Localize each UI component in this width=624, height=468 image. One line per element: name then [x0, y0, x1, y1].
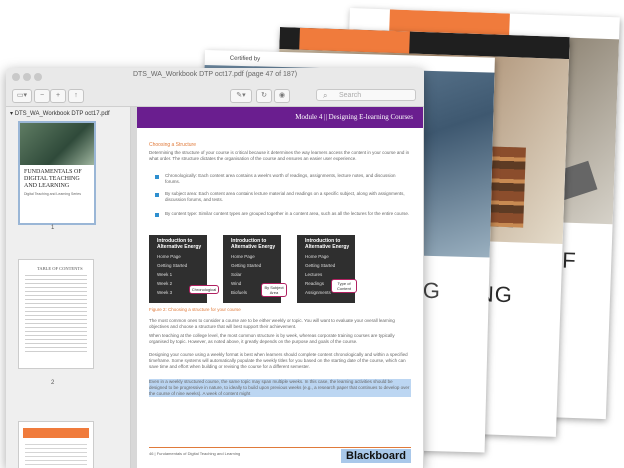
rotate-icon[interactable]: ↻	[256, 89, 272, 103]
card-item: Getting Started	[231, 263, 262, 268]
document-area[interactable]: Module 4 || Designing E-learning Courses…	[131, 107, 424, 468]
thumbnail-page-3[interactable]	[18, 421, 94, 468]
zoom-in-icon[interactable]: +	[50, 89, 66, 103]
thumbnail-page-number: 2	[51, 380, 55, 386]
bullet-marker	[155, 175, 159, 179]
markup-icon[interactable]: ✎▾	[230, 89, 252, 103]
search-icon: ⌕	[323, 91, 328, 100]
thumbnail-page-2[interactable]: TABLE OF CONTENTS	[18, 259, 94, 369]
intro-paragraph: Determining the structure of your course…	[149, 150, 410, 161]
module-banner: Module 4 || Designing E-learning Courses	[137, 107, 423, 128]
card-title: Introduction to Alternative Energy	[231, 238, 276, 250]
thumbnail-title: TABLE OF CONTENTS	[37, 266, 83, 271]
sidebar-toggle-icon[interactable]: ▭▾	[12, 89, 32, 103]
thumbnail-lines	[25, 275, 87, 355]
thumbnail-lines	[25, 444, 87, 468]
bullet-marker	[155, 193, 159, 197]
thumbnail-sidebar: ▾ DTS_WA_Workbook DTP oct17.pdf FUNDAMEN…	[6, 107, 131, 468]
footer-rule	[149, 447, 411, 448]
card-item: Solar	[231, 272, 242, 277]
card-item: Home Page	[231, 254, 255, 259]
card-title: Introduction to Alternative Energy	[305, 238, 350, 250]
thumbnail-subtitle: Digital Teaching and Learning Series	[24, 192, 81, 196]
annotate-icon[interactable]: ◉	[274, 89, 290, 103]
thumbnail-title: FUNDAMENTALS OF DIGITAL TEACHING AND LEA…	[24, 169, 82, 189]
card-callout: By Subject Area	[261, 283, 287, 297]
card-item: Week 1	[157, 272, 173, 277]
page-footer: 46 | Fundamentals of Digital Teaching an…	[149, 451, 241, 456]
sidebar-file-label: DTS_WA_Workbook DTP oct17.pdf	[14, 111, 110, 117]
bullet-text: By subject area: Each content area conta…	[165, 191, 405, 202]
thumbnail-orange-band	[23, 428, 89, 438]
card-item: Getting Started	[305, 263, 336, 268]
window-title: DTS_WA_Workbook DTP oct17.pdf (page 47 o…	[132, 71, 298, 78]
title-bar: DTS_WA_Workbook DTP oct17.pdf (page 47 o…	[6, 68, 424, 86]
figure-caption: Figure 2: Choosing a structure for your …	[149, 307, 241, 312]
body-paragraph: Designing your course using a weekly for…	[149, 352, 408, 369]
card-callout: Type of Content	[331, 279, 357, 293]
body-paragraph: The most common ones to consider a cours…	[149, 318, 395, 329]
card-item: Lectures	[305, 272, 323, 277]
zoom-out-icon[interactable]: −	[34, 89, 50, 103]
pdf-page: Module 4 || Designing E-learning Courses…	[137, 107, 423, 468]
bullet-text: Chronologically: Each content area conta…	[165, 173, 396, 184]
card-item: Getting Started	[157, 263, 188, 268]
thumbnail-photo	[20, 123, 94, 165]
search-placeholder: Search	[339, 92, 362, 99]
card-callout: Chronological	[189, 285, 219, 294]
pdf-viewer-window: DTS_WA_Workbook DTP oct17.pdf (page 47 o…	[6, 68, 424, 468]
body-paragraph: When teaching at the college level, the …	[149, 333, 395, 344]
search-input[interactable]: ⌕ Search	[316, 89, 416, 101]
card-item: Home Page	[305, 254, 329, 259]
sidebar-file-name[interactable]: ▾ DTS_WA_Workbook DTP oct17.pdf	[6, 107, 130, 120]
toolbar: ▭▾ − + ↑ ✎▾ ↻ ◉ ⌕ Search	[6, 86, 424, 107]
banner-title: Module 4 || Designing E-learning Courses	[295, 113, 413, 121]
blackboard-logo: Blackboard	[341, 449, 411, 463]
bullet-text: By content type: Similar content types a…	[165, 211, 410, 216]
share-icon[interactable]: ↑	[68, 89, 84, 103]
card-item: Home Page	[157, 254, 181, 259]
highlighted-paragraph[interactable]: Even in a weekly structured course, the …	[149, 379, 411, 397]
certified-badge: Certified by	[229, 55, 261, 63]
thumbnail-page-number: 1	[51, 225, 55, 231]
card-title: Introduction to Alternative Energy	[157, 238, 202, 250]
bullet-marker	[155, 213, 159, 217]
section-heading: Choosing a Structure	[149, 142, 196, 148]
thumbnail-page-1[interactable]: FUNDAMENTALS OF DIGITAL TEACHING AND LEA…	[18, 121, 96, 225]
